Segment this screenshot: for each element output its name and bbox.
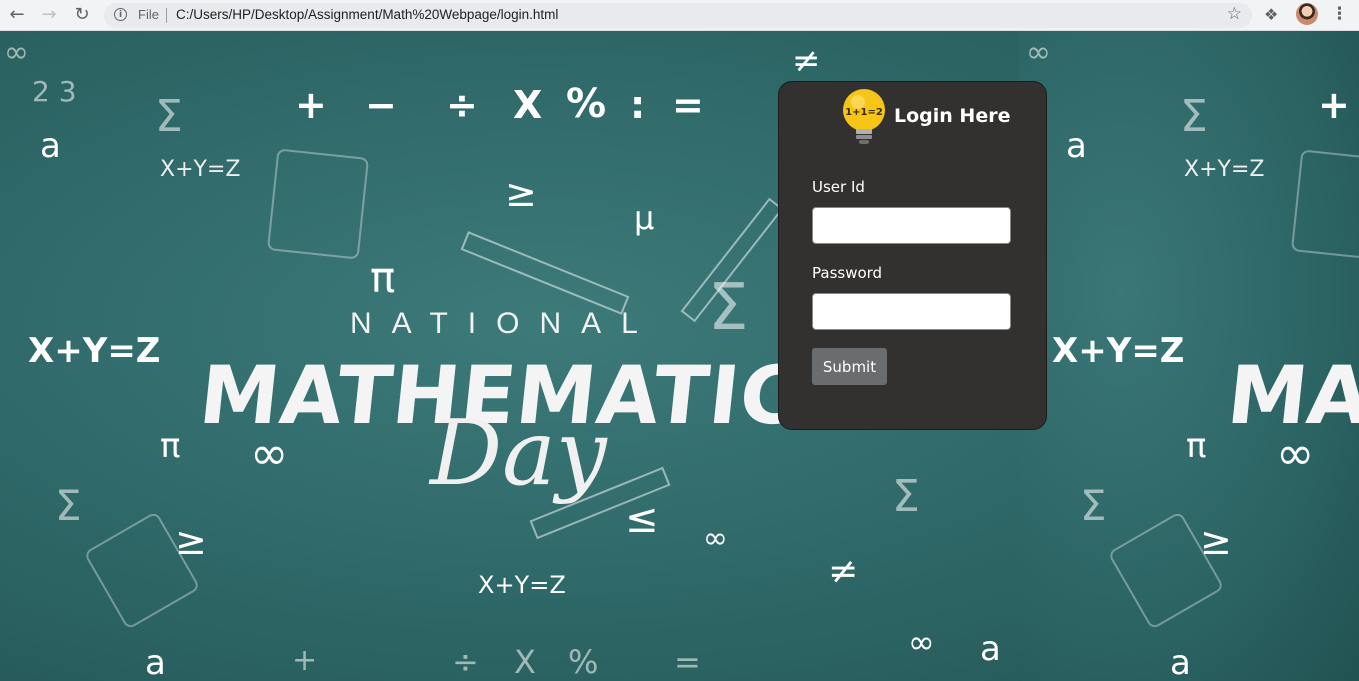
percent-doodle-bottom: %: [568, 643, 599, 681]
letter-a-doodle: a: [40, 126, 61, 166]
equation-doodle-repeat: X+Y=Z: [1184, 157, 1265, 182]
logo-equation-text: 1+1=2: [845, 107, 883, 118]
divide-symbol: ÷: [446, 83, 478, 127]
sigma-doodle-repeat: Σ: [1180, 91, 1208, 142]
profile-avatar[interactable]: [1296, 3, 1318, 25]
pi-doodle-repeat: π: [1186, 426, 1207, 466]
infinity-doodle: ∞: [4, 35, 29, 70]
calculator-doodle-repeat: [1290, 149, 1359, 259]
forward-arrow-icon[interactable]: →: [38, 4, 60, 26]
lightbulb-logo-icon: 1+1=2: [843, 89, 885, 144]
plus-symbol-repeat: +: [1318, 83, 1350, 127]
sigma-doodle-bottom-repeat: Σ: [1080, 481, 1107, 530]
not-equal-doodle-bottom: ≠: [828, 551, 859, 592]
percent-symbol: %: [566, 81, 607, 127]
password-input[interactable]: [812, 293, 1011, 330]
ruler-doodle: [460, 231, 630, 315]
greater-equal-doodle: ≥: [505, 171, 537, 215]
not-equal-doodle: ≠: [792, 41, 821, 81]
bookmark-star-icon[interactable]: ☆: [1227, 4, 1242, 24]
extensions-puzzle-icon[interactable]: ❖: [1264, 5, 1278, 24]
infinity-doodle-large-repeat: ∞: [1276, 426, 1315, 480]
less-equal-doodle: ≤: [625, 496, 659, 542]
plus-doodle-bottom: +: [292, 643, 318, 678]
sigma-doodle: Σ: [155, 91, 183, 142]
letter-a-doodle-footer: a: [980, 629, 1001, 669]
number-doodle: 2 3: [32, 75, 77, 108]
letter-a-doodle-bottom-repeat: a: [1170, 643, 1191, 681]
equation-doodle-bottom: X+Y=Z: [478, 571, 566, 599]
mu-doodle: μ: [634, 199, 655, 237]
letter-a-doodle-repeat: a: [1066, 126, 1087, 166]
equation-doodle-large-repeat: X+Y=Z: [1052, 331, 1185, 371]
pi-doodle-small: π: [160, 426, 181, 466]
plus-symbol: +: [295, 83, 327, 127]
multiply-symbol: X: [513, 83, 543, 127]
multiply-doodle-bottom: X: [514, 643, 536, 681]
divide-doodle-bottom: ÷: [452, 643, 479, 681]
infinity-doodle-repeat: ∞: [1026, 35, 1051, 70]
infinity-doodle-footer: ∞: [908, 623, 935, 661]
equals-symbol: =: [672, 83, 704, 127]
equals-doodle-bottom: =: [674, 643, 701, 681]
back-arrow-icon[interactable]: ←: [6, 4, 28, 26]
pi-doodle: π: [370, 253, 396, 302]
kebab-menu-icon[interactable]: ⋮: [1331, 4, 1348, 24]
password-label: Password: [812, 264, 883, 282]
sigma-doodle-bottom: Σ: [55, 481, 82, 530]
login-form-card: 1+1=2 Login Here User Id Password Submit: [778, 81, 1047, 430]
calculator-doodle: [266, 148, 370, 260]
reload-icon[interactable]: ↻: [71, 4, 93, 26]
letter-a-doodle-bottom: a: [145, 643, 166, 681]
infinity-doodle-small: ∞: [703, 521, 728, 556]
equation-doodle: X+Y=Z: [160, 157, 241, 182]
userid-label: User Id: [812, 178, 865, 196]
browser-toolbar: ← → ↻ i File C:/Users/HP/Desktop/Assignm…: [0, 0, 1359, 31]
file-scheme-label: File: [138, 7, 159, 22]
equation-doodle-large: X+Y=Z: [28, 331, 161, 371]
minus-symbol: −: [365, 83, 397, 127]
userid-input[interactable]: [812, 207, 1011, 244]
national-heading: NATIONAL: [350, 307, 658, 340]
url-text[interactable]: C:/Users/HP/Desktop/Assignment/Math%20We…: [176, 7, 558, 22]
day-script-heading: Day: [430, 401, 607, 506]
submit-button[interactable]: Submit: [812, 348, 887, 385]
info-icon[interactable]: i: [114, 8, 127, 21]
login-title: Login Here: [894, 105, 1011, 127]
ratio-symbol: :: [630, 83, 646, 127]
address-bar[interactable]: i File C:/Users/HP/Desktop/Assignment/Ma…: [104, 3, 1252, 28]
omnibox-divider: [166, 8, 167, 23]
sigma-doodle-right: Σ: [892, 471, 920, 522]
math-chalkboard-background: + − ÷ X % : = ∞ 2 3 a Σ X+Y=Z X+Y=Z π ≥ …: [0, 31, 1359, 681]
